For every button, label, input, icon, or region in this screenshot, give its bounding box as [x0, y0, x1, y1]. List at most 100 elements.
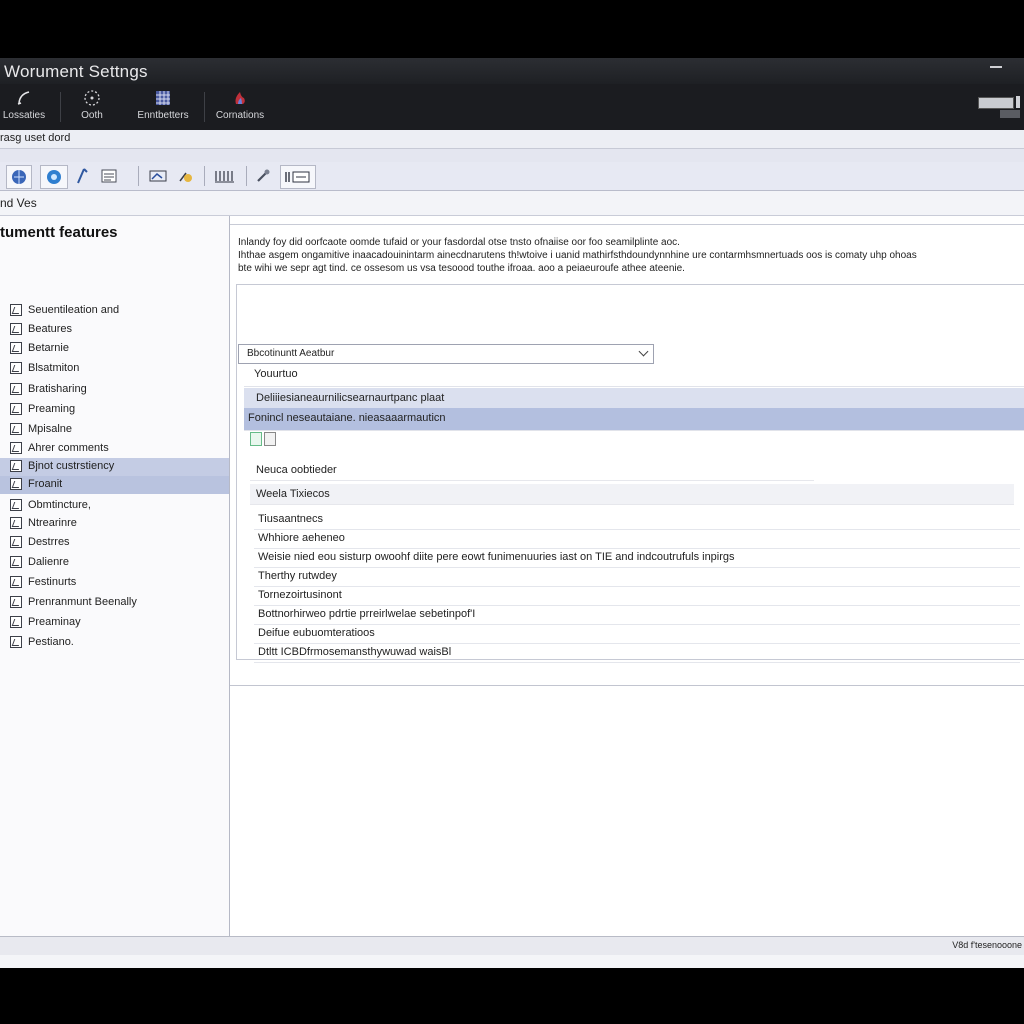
columns-icon — [215, 171, 234, 183]
checkbox-icon[interactable] — [10, 556, 22, 568]
list-icon — [101, 169, 117, 183]
checkbox-icon[interactable] — [10, 499, 22, 511]
list-item[interactable]: Therthy rutwdey — [254, 568, 1020, 587]
list-item[interactable]: Bottnorhirweo pdrtie prreirlwelae sebeti… — [254, 606, 1020, 625]
sidebar-item[interactable]: Bratisharing — [0, 381, 229, 399]
sidebar-item[interactable]: Pestiano. — [0, 634, 229, 652]
sidebar-item[interactable]: Festinurts — [0, 574, 229, 592]
list-item[interactable]: Tiusaantnecs — [254, 511, 1020, 530]
option-row-selected[interactable]: Fonincl neseautaiane. nieasaaarmauticn — [244, 408, 1024, 431]
sidebar-item[interactable]: Blsatmiton — [0, 360, 229, 378]
text-field[interactable]: Weela Tixiecos — [250, 484, 1014, 505]
columns-button[interactable] — [210, 165, 240, 187]
list-item[interactable]: Tornezoirtusinont — [254, 587, 1020, 606]
export-button[interactable] — [280, 165, 316, 189]
checkbox-icon[interactable] — [10, 616, 22, 628]
paint-button[interactable] — [174, 165, 198, 187]
ribbon-button-enntbetters[interactable]: Enntbetters — [132, 88, 194, 128]
back-button[interactable] — [6, 165, 32, 189]
sidebar-item[interactable]: Ntrearinre — [0, 515, 229, 533]
option-row[interactable]: Youurtuo — [244, 364, 1024, 387]
status-icons — [250, 430, 278, 448]
checkbox-icon[interactable] — [10, 342, 22, 354]
refresh-icon — [47, 170, 61, 184]
sidebar-item[interactable]: Preaming — [0, 401, 229, 419]
section-header: nd Ves — [0, 191, 1024, 216]
divider — [230, 685, 1024, 686]
toolbar-separator — [138, 166, 139, 186]
chevron-down-icon — [638, 346, 649, 357]
tools-icon — [257, 169, 270, 182]
list-item[interactable]: Weisie nied eou sisturp owoohf diite per… — [254, 549, 1020, 568]
ribbon-label: Cornations — [215, 110, 265, 121]
ribbon-separator — [60, 92, 61, 122]
pin-button[interactable] — [70, 165, 92, 187]
pen-icon — [17, 91, 30, 105]
paint-icon — [179, 172, 192, 182]
sidebar-item-selected[interactable]: Froanit — [0, 476, 229, 494]
band-divider — [0, 149, 1024, 163]
ribbon-label: Ooth — [81, 110, 103, 121]
image-icon — [149, 170, 167, 182]
dots-circle-icon — [84, 90, 100, 106]
sidebar-item[interactable]: Seuentileation and — [0, 302, 229, 320]
feature-select[interactable]: Bbcotinuntt Aeatbur — [238, 344, 654, 364]
ribbon-separator — [204, 92, 205, 122]
sidebar-item[interactable]: Ahrer comments — [0, 440, 229, 458]
app-window: Worument Settngs Lossaties Ooth Enntbett… — [0, 58, 1024, 968]
globe-icon — [12, 170, 26, 184]
image-button[interactable] — [146, 165, 170, 187]
checkbox-icon[interactable] — [10, 383, 22, 395]
status-bar: V8d f'tesenooone — [0, 936, 1024, 955]
list-item[interactable]: Whhiore aeheneo — [254, 530, 1020, 549]
list-item[interactable]: Dtltt ICBDfrmosemansthywuwad waisBl — [254, 644, 1020, 663]
status-text: V8d f'tesenooone — [952, 940, 1022, 950]
description: Inlandy foy did oorfcaote oomde tufaid o… — [238, 236, 1024, 275]
checkbox-icon[interactable] — [10, 403, 22, 415]
checkbox-icon[interactable] — [10, 460, 22, 472]
pin-icon — [77, 168, 88, 184]
checkbox-icon[interactable] — [10, 304, 22, 316]
ribbon-button-lossaties[interactable]: Lossaties — [0, 88, 48, 128]
list-item[interactable]: Deifue eubuomteratioos — [254, 625, 1020, 644]
checkbox-icon[interactable] — [10, 536, 22, 548]
checkbox-icon[interactable] — [10, 362, 22, 374]
ribbon-button-cornations[interactable]: Cornations — [210, 88, 270, 128]
text-field[interactable]: Neuca oobtieder — [250, 460, 814, 481]
checkbox-icon[interactable] — [10, 323, 22, 335]
checkbox-icon[interactable] — [10, 423, 22, 435]
tools-button[interactable] — [252, 165, 274, 187]
sidebar-item[interactable]: Betarnie — [0, 340, 229, 358]
shield-icon — [250, 431, 262, 446]
main-panel: Inlandy foy did oorfcaote oomde tufaid o… — [230, 216, 1024, 936]
sidebar-item[interactable]: Preaminay — [0, 614, 229, 632]
doc-icon — [264, 431, 276, 446]
minimize-button[interactable] — [990, 66, 1002, 68]
sidebar-item[interactable]: Prenranmunt Beenally — [0, 594, 229, 612]
address-bar[interactable]: rasg uset dord — [0, 130, 1024, 149]
sidebar-item[interactable]: Obmtincture, — [0, 497, 229, 515]
description-line: Inlandy foy did oorfcaote oomde tufaid o… — [238, 237, 680, 248]
sidebar-item[interactable]: Beatures — [0, 321, 229, 339]
checkbox-icon[interactable] — [10, 596, 22, 608]
select-value: Bbcotinuntt Aeatbur — [247, 348, 335, 359]
sidebar-item[interactable]: Dalienre — [0, 554, 229, 572]
sidebar-item[interactable]: Mpisalne — [0, 421, 229, 439]
ribbon-toolbar: Lossaties Ooth Enntbetters Cornations — [0, 84, 1024, 131]
checkbox-icon[interactable] — [10, 442, 22, 454]
title-bar: Worument Settngs — [0, 58, 1024, 84]
property-list: Tiusaantnecs Whhiore aeheneo Weisie nied… — [254, 511, 1020, 663]
window-title: Worument Settngs — [4, 62, 148, 81]
sidebar-item-selected[interactable]: Bjnot custrstiency — [0, 458, 229, 476]
checkbox-icon[interactable] — [10, 517, 22, 529]
refresh-button[interactable] — [40, 165, 68, 189]
toolbar — [0, 162, 1024, 191]
checkbox-icon[interactable] — [10, 636, 22, 648]
sidebar-title: tumentt features — [0, 224, 118, 241]
ribbon-button-ooth[interactable]: Ooth — [70, 88, 114, 128]
list-view-button[interactable] — [96, 165, 122, 187]
sidebar-item[interactable]: Destrres — [0, 534, 229, 552]
toolbar-separator — [246, 166, 247, 186]
checkbox-icon[interactable] — [10, 478, 22, 490]
checkbox-icon[interactable] — [10, 576, 22, 588]
